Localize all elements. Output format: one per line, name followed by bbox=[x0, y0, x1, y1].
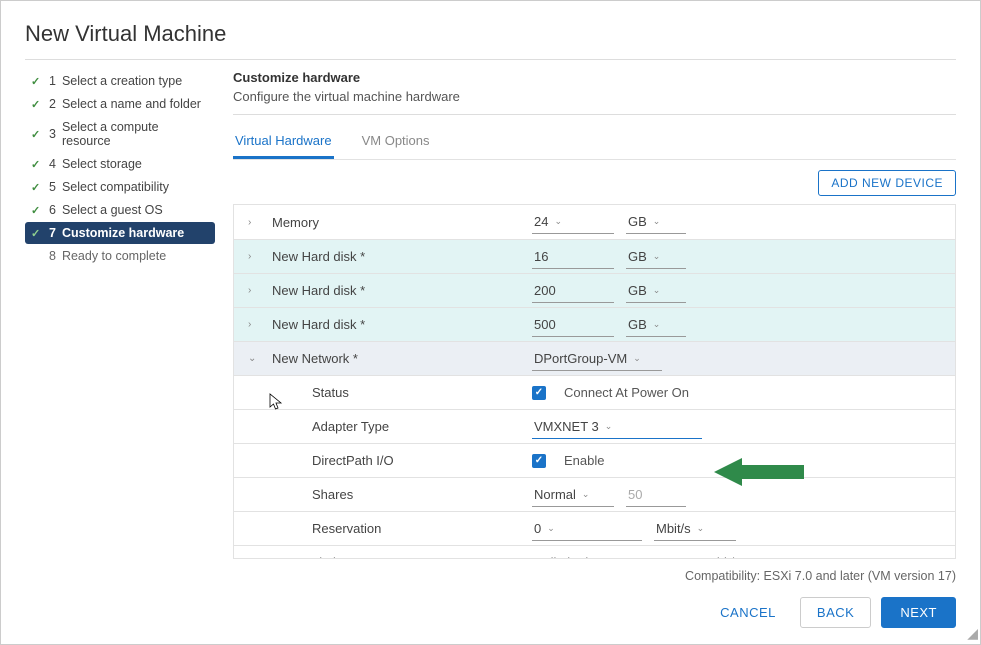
checkmark-icon: ✓ bbox=[31, 98, 43, 111]
caret-down-icon[interactable]: ⌄ bbox=[248, 353, 262, 364]
tab-vm-options[interactable]: VM Options bbox=[360, 125, 432, 159]
shares-level-select[interactable]: Normal⌄ bbox=[532, 483, 614, 507]
wizard-step-6[interactable]: ✓ 6 Select a guest OS bbox=[25, 199, 215, 221]
dialog-body: ✓ 1 Select a creation type ✓ 2 Select a … bbox=[25, 70, 956, 583]
memory-value-select[interactable]: 24⌄ bbox=[532, 210, 614, 234]
label-status: Status bbox=[272, 385, 522, 400]
hd2-unit-select[interactable]: GB⌄ bbox=[626, 279, 686, 303]
chevron-down-icon: ⌄ bbox=[633, 353, 641, 364]
row-directpath-io: DirectPath I/O ✓ Enable bbox=[234, 443, 955, 477]
limit-value-select[interactable]: Unlimited⌄ bbox=[532, 551, 692, 560]
caret-right-icon[interactable]: › bbox=[248, 217, 262, 228]
label-directpath-io: DirectPath I/O bbox=[272, 453, 522, 468]
chevron-down-icon: ⌄ bbox=[653, 285, 661, 296]
main-panel: Customize hardware Configure the virtual… bbox=[233, 70, 956, 583]
row-new-network: ⌄ New Network * DPortGroup-VM⌄ bbox=[234, 341, 955, 375]
checkmark-icon: ✓ bbox=[31, 227, 43, 240]
hd3-unit-select[interactable]: GB⌄ bbox=[626, 313, 686, 337]
label-hard-disk: New Hard disk * bbox=[272, 283, 522, 298]
limit-unit-select[interactable]: Mbit/s⌄ bbox=[704, 551, 786, 560]
checkmark-icon: ✓ bbox=[31, 75, 43, 88]
row-shares: Shares Normal⌄ bbox=[234, 477, 955, 511]
row-adapter-type: Adapter Type VMXNET 3⌄ bbox=[234, 409, 955, 443]
resize-handle-icon[interactable]: ◢ bbox=[967, 625, 978, 642]
chevron-down-icon: ⌄ bbox=[554, 216, 562, 227]
wizard-step-3[interactable]: ✓ 3 Select a compute resource bbox=[25, 116, 215, 152]
label-adapter-type: Adapter Type bbox=[272, 419, 522, 434]
checkmark-icon: ✓ bbox=[31, 158, 43, 171]
chevron-down-icon: ⌄ bbox=[547, 523, 555, 534]
caret-right-icon[interactable]: › bbox=[248, 319, 262, 330]
compatibility-text: Compatibility: ESXi 7.0 and later (VM ve… bbox=[233, 569, 956, 583]
hd3-size-input[interactable] bbox=[532, 313, 614, 337]
checkmark-icon: ✓ bbox=[31, 128, 43, 141]
memory-unit-select[interactable]: GB⌄ bbox=[626, 210, 686, 234]
chevron-down-icon: ⌄ bbox=[653, 319, 661, 330]
back-button[interactable]: BACK bbox=[800, 597, 871, 628]
chevron-down-icon: ⌄ bbox=[605, 421, 613, 432]
panel-subheading: Configure the virtual machine hardware bbox=[233, 89, 956, 115]
label-shares: Shares bbox=[272, 487, 522, 502]
row-limit: Limit Unlimited⌄ Mbit/s⌄ bbox=[234, 545, 955, 559]
row-hard-disk-1: › New Hard disk * GB⌄ bbox=[234, 239, 955, 273]
status-checkbox[interactable]: ✓ bbox=[532, 386, 546, 400]
wizard-step-5[interactable]: ✓ 5 Select compatibility bbox=[25, 176, 215, 198]
label-hard-disk: New Hard disk * bbox=[272, 317, 522, 332]
label-memory: Memory bbox=[272, 215, 522, 230]
wizard-step-4[interactable]: ✓ 4 Select storage bbox=[25, 153, 215, 175]
caret-right-icon[interactable]: › bbox=[248, 251, 262, 262]
add-new-device-button[interactable]: ADD NEW DEVICE bbox=[818, 170, 956, 196]
checkmark-icon: ✓ bbox=[31, 181, 43, 194]
chevron-down-icon: ⌄ bbox=[747, 557, 755, 560]
row-hard-disk-2: › New Hard disk * GB⌄ bbox=[234, 273, 955, 307]
chevron-down-icon: ⌄ bbox=[653, 251, 661, 262]
dialog-title: New Virtual Machine bbox=[25, 21, 956, 60]
row-hard-disk-3: › New Hard disk * GB⌄ bbox=[234, 307, 955, 341]
wizard-sidebar: ✓ 1 Select a creation type ✓ 2 Select a … bbox=[25, 70, 215, 583]
adapter-type-select[interactable]: VMXNET 3⌄ bbox=[532, 415, 702, 439]
panel-heading: Customize hardware bbox=[233, 70, 956, 85]
wizard-step-8[interactable]: ✓ 8 Ready to complete bbox=[25, 245, 215, 267]
chevron-down-icon: ⌄ bbox=[697, 523, 705, 534]
dialog: New Virtual Machine ✓ 1 Select a creatio… bbox=[1, 1, 980, 644]
row-reservation: Reservation 0⌄ Mbit/s⌄ bbox=[234, 511, 955, 545]
label-new-network: New Network * bbox=[272, 351, 522, 366]
tab-bar: Virtual Hardware VM Options bbox=[233, 125, 956, 160]
reservation-unit-select[interactable]: Mbit/s⌄ bbox=[654, 517, 736, 541]
dialog-footer: CANCEL BACK NEXT bbox=[25, 597, 956, 628]
wizard-step-2[interactable]: ✓ 2 Select a name and folder bbox=[25, 93, 215, 115]
label-hard-disk: New Hard disk * bbox=[272, 249, 522, 264]
directpath-text: Enable bbox=[564, 453, 604, 468]
row-memory: › Memory 24⌄ GB⌄ bbox=[234, 205, 955, 239]
hardware-grid: › Memory 24⌄ GB⌄ › New Hard disk * GB⌄ bbox=[233, 204, 956, 559]
hd1-size-input[interactable] bbox=[532, 245, 614, 269]
label-reservation: Reservation bbox=[272, 521, 522, 536]
chevron-down-icon: ⌄ bbox=[582, 489, 590, 500]
reservation-value-select[interactable]: 0⌄ bbox=[532, 517, 642, 541]
caret-right-icon[interactable]: › bbox=[248, 285, 262, 296]
shares-value-input[interactable] bbox=[626, 483, 686, 507]
hd1-unit-select[interactable]: GB⌄ bbox=[626, 245, 686, 269]
hd2-size-input[interactable] bbox=[532, 279, 614, 303]
tab-virtual-hardware[interactable]: Virtual Hardware bbox=[233, 125, 334, 159]
network-portgroup-select[interactable]: DPortGroup-VM⌄ bbox=[532, 347, 662, 371]
wizard-step-1[interactable]: ✓ 1 Select a creation type bbox=[25, 70, 215, 92]
checkmark-icon: ✓ bbox=[31, 204, 43, 217]
chevron-down-icon: ⌄ bbox=[594, 557, 602, 560]
status-text: Connect At Power On bbox=[564, 385, 689, 400]
directpath-checkbox[interactable]: ✓ bbox=[532, 454, 546, 468]
row-status: Status ✓ Connect At Power On bbox=[234, 375, 955, 409]
next-button[interactable]: NEXT bbox=[881, 597, 956, 628]
label-limit: Limit bbox=[272, 555, 522, 559]
chevron-down-icon: ⌄ bbox=[653, 216, 661, 227]
cancel-button[interactable]: CANCEL bbox=[706, 597, 790, 628]
wizard-step-7[interactable]: ✓ 7 Customize hardware bbox=[25, 222, 215, 244]
